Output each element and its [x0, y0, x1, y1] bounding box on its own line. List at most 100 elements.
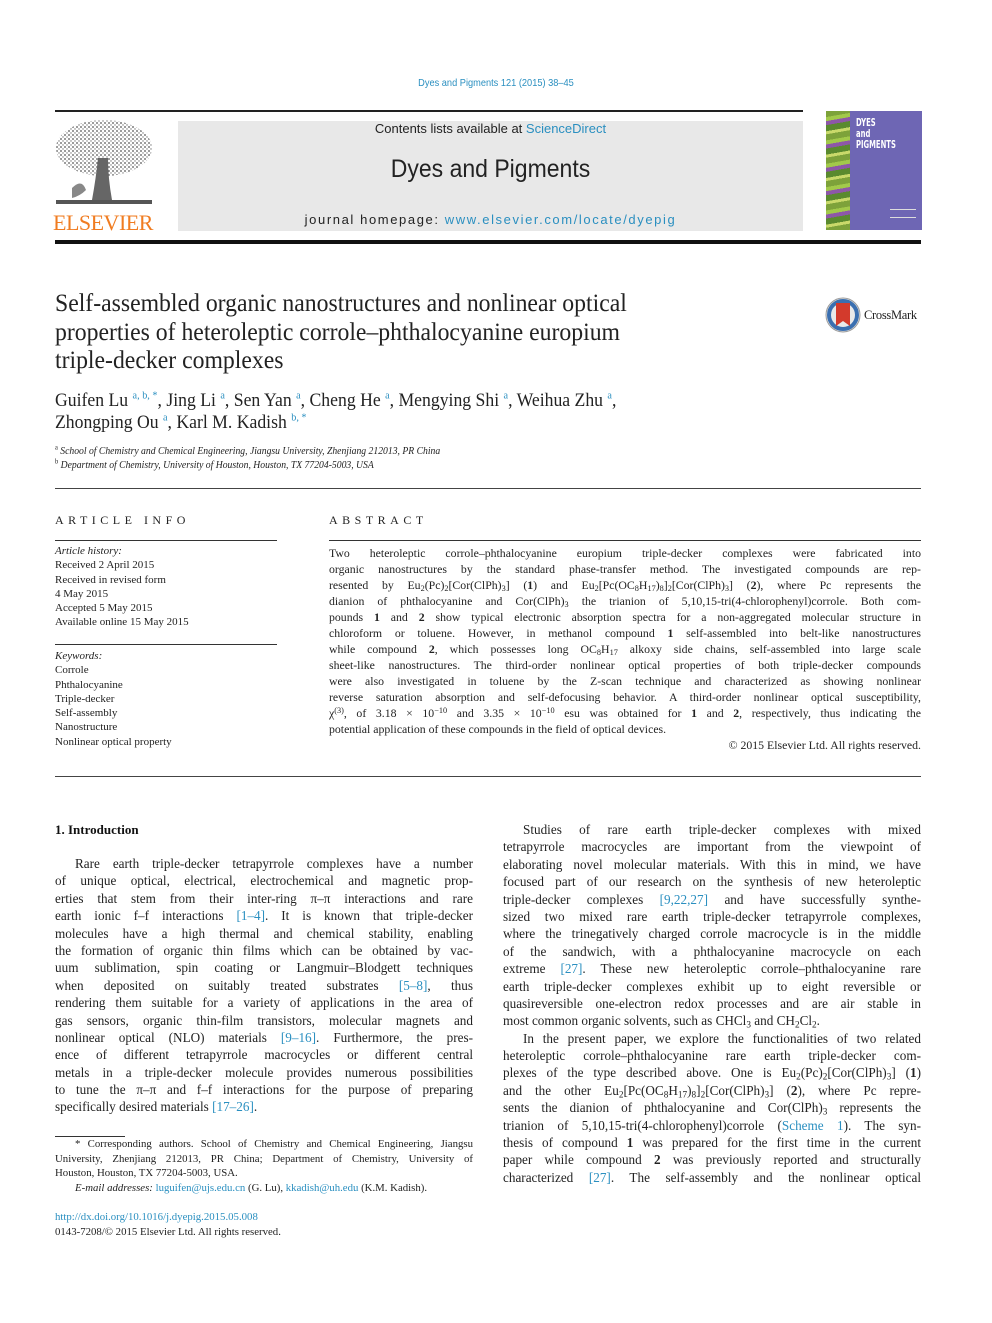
affiliation-a: a School of Chemistry and Chemical Engin…: [55, 443, 441, 457]
author-name[interactable]: Guifen Lu: [55, 390, 133, 411]
subscript: 2: [812, 1019, 817, 1030]
citation-link[interactable]: [17–26]: [212, 1099, 254, 1114]
author-name[interactable]: Mengying Shi: [398, 390, 503, 411]
body-line: of the sandwich, with a phthalocyanine m…: [503, 943, 921, 959]
keyword: Nanostructure: [55, 721, 118, 734]
compound-number: 1: [691, 706, 697, 720]
subscript: 3: [886, 1071, 892, 1082]
section-heading-introduction: 1. Introduction: [55, 822, 139, 837]
abstract-heading: ABSTRACT: [329, 513, 428, 527]
cover-title-line: PIGMENTS: [856, 138, 896, 151]
superscript: −10: [541, 705, 555, 715]
body-line: uum sublimation, spin coating or Langmui…: [55, 960, 473, 976]
subscript: 17: [677, 1089, 688, 1100]
crossmark-badge[interactable]: CrossMark: [824, 296, 934, 336]
subscript: 2: [420, 584, 425, 594]
subscript: 3: [764, 1089, 770, 1100]
email-link-lu[interactable]: luguifen@ujs.edu.cn: [156, 1182, 246, 1194]
affiliation-marker[interactable]: a: [504, 390, 509, 402]
affiliation-marker[interactable]: a: [220, 390, 225, 402]
author-name[interactable]: Zhongping Ou: [55, 412, 163, 433]
subscript: 2: [618, 1089, 624, 1100]
abstract-line: while compound 2, which possesses long O…: [329, 642, 921, 658]
abstract-line: pounds 1 and 2 show typical electronic a…: [329, 610, 921, 624]
superscript: (3): [334, 705, 344, 715]
journal-cover-thumbnail[interactable]: DYES and PIGMENTS: [826, 111, 922, 230]
masthead-bottom-rule: [55, 240, 921, 244]
author-name[interactable]: Karl M. Kadish: [176, 412, 291, 433]
keywords-rule: [55, 644, 277, 645]
author-name[interactable]: Cheng He: [310, 390, 386, 411]
cover-publisher-mark: [890, 209, 916, 218]
affiliation-marker[interactable]: b, *: [291, 412, 306, 424]
affiliation-marker[interactable]: a: [296, 390, 301, 402]
compound-number: 2: [418, 610, 425, 624]
citation-link[interactable]: [1–4]: [236, 908, 265, 923]
abstract-body: Two heteroleptic corrole–phthalocyanine …: [329, 545, 921, 753]
body-line: quasireversible one-electron redox proce…: [503, 995, 921, 1011]
body-line: focused part of our research on the synt…: [503, 874, 921, 890]
doi-link[interactable]: http://dx.doi.org/10.1016/j.dyepig.2015.…: [55, 1210, 281, 1225]
homepage-link[interactable]: www.elsevier.com/locate/dyepig: [445, 212, 677, 227]
affiliation-marker[interactable]: a: [385, 390, 390, 402]
citation-link[interactable]: [27]: [589, 1170, 611, 1185]
article-info-rule: [55, 540, 277, 541]
citation-link[interactable]: [9,22,27]: [660, 892, 708, 907]
citation-link[interactable]: Scheme 1: [782, 1118, 844, 1133]
subscript: 17: [609, 648, 618, 658]
body-line: molecules have a high thermal and chemic…: [55, 925, 473, 941]
citation-link[interactable]: [5–8]: [399, 978, 428, 993]
body-line: plexes of the type described above. One …: [503, 1065, 921, 1082]
article-info-heading: ARTICLE INFO: [55, 513, 190, 527]
author-name[interactable]: Sen Yan: [234, 390, 296, 411]
citation-link[interactable]: [9–16]: [281, 1030, 316, 1045]
body-line: when deposited on suitably treated subst…: [55, 977, 474, 993]
body-line: heteroleptic corrole–phthalocyanine rare…: [503, 1048, 921, 1064]
affiliation-marker[interactable]: a: [163, 412, 168, 424]
body-line: tetrapyrrole macrocycles are important f…: [503, 839, 921, 855]
body-line: Studies of rare earth triple-decker comp…: [523, 822, 921, 837]
abstract-line: chloroform or toluene. However, in metha…: [329, 626, 921, 640]
body-line: to tune the π–π and f–f interactions for…: [55, 1082, 473, 1098]
email-addresses: E-mail addresses: luguifen@ujs.edu.cn (G…: [55, 1181, 473, 1196]
footnote-line: * Corresponding authors. School of Chemi…: [75, 1138, 473, 1150]
body-line: sents the dianion of phthalocyanine and …: [503, 1100, 921, 1117]
title-divider: [55, 488, 921, 489]
corresponding-author-footnote: * Corresponding authors. School of Chemi…: [55, 1137, 473, 1195]
affiliation-marker[interactable]: a, b, *: [133, 390, 158, 402]
cover-title: DYES and PIGMENTS: [856, 117, 896, 150]
header-divider: [55, 110, 803, 112]
abstract-copyright: © 2015 Elsevier Ltd. All rights reserved…: [728, 738, 921, 752]
compound-number: 1: [626, 1135, 634, 1151]
compound-number: 2: [733, 706, 740, 720]
citation-link[interactable]: [27]: [560, 961, 582, 976]
compound-number: 2: [790, 1082, 798, 1098]
subscript: 2: [667, 584, 672, 594]
abstract-line: Two heteroleptic corrole–phthalocyanine …: [329, 546, 921, 560]
body-line: rendering them suitable for a variety of…: [55, 995, 473, 1011]
email-link-kadish[interactable]: kkadish@uh.edu: [286, 1182, 359, 1194]
abstract-rule: [329, 540, 921, 541]
crossmark-icon: [825, 297, 861, 333]
author-name[interactable]: Weihua Zhu: [517, 390, 608, 411]
subscript: 3: [822, 1106, 828, 1117]
body-line: thesis of compound 1 was prepared for th…: [503, 1135, 921, 1151]
cover-artwork: [826, 111, 850, 230]
body-line: of unique optical, electrical, electroch…: [55, 873, 473, 889]
footnote-text: * Corresponding authors. School of Chemi…: [55, 1137, 473, 1181]
superscript: −10: [434, 705, 448, 715]
journal-citation-link[interactable]: Dyes and Pigments 121 (2015) 38–45: [60, 77, 933, 89]
body-line: earth ionic f–f interactions [1–4]. It i…: [55, 908, 473, 924]
abstract-line: dianion of phthalocyanine and Cor(ClPh)3…: [329, 594, 921, 610]
email-owner: (G. Lu),: [245, 1181, 286, 1194]
sciencedirect-link[interactable]: ScienceDirect: [526, 121, 606, 136]
homepage-prefix: journal homepage:: [304, 212, 445, 227]
subscript: 2: [444, 584, 449, 594]
compound-number: 2: [428, 642, 435, 656]
affiliations: a School of Chemistry and Chemical Engin…: [55, 443, 441, 473]
affiliation-marker[interactable]: a: [607, 390, 612, 402]
body-line: paper while compound 2 was previously re…: [503, 1152, 921, 1168]
subscript: 8: [663, 1089, 669, 1100]
keyword: Corrole: [55, 664, 89, 677]
author-name[interactable]: Jing Li: [166, 390, 220, 411]
